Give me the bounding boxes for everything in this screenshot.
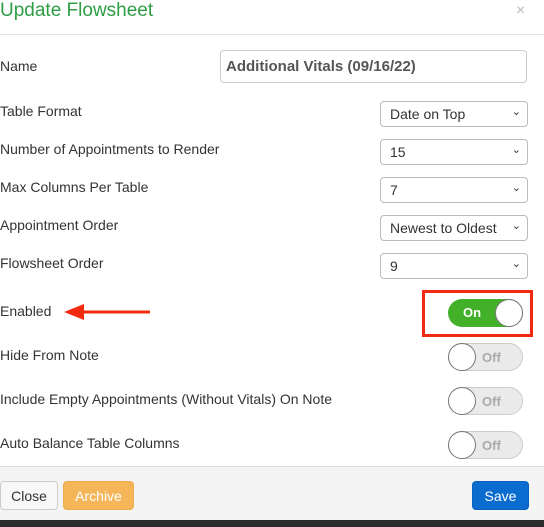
flowsheet-order-value: 9 (390, 258, 398, 274)
background-page (0, 520, 544, 527)
toggle-knob (448, 431, 476, 459)
save-button[interactable]: Save (472, 481, 529, 510)
include-empty-toggle[interactable]: Off (448, 387, 523, 415)
table-format-value: Date on Top (390, 106, 466, 122)
chevron-down-icon: ⌄ (511, 182, 521, 194)
toggle-knob (448, 387, 476, 415)
table-format-label: Table Format (0, 103, 82, 119)
dialog-title: Update Flowsheet (0, 0, 154, 21)
name-label: Name (0, 58, 38, 74)
toggle-state: On (463, 305, 482, 320)
chevron-down-icon: ⌄ (511, 144, 521, 156)
include-empty-label: Include Empty Appointments (Without Vita… (0, 391, 333, 407)
toggle-knob (495, 299, 523, 327)
header-divider (0, 34, 544, 35)
num-appointments-label: Number of Appointments to Render (0, 141, 220, 157)
hide-from-note-toggle[interactable]: Off (448, 343, 523, 371)
name-input[interactable] (220, 50, 527, 83)
hide-from-note-label: Hide From Note (0, 347, 99, 363)
toggle-state: Off (482, 394, 501, 409)
auto-balance-label: Auto Balance Table Columns (0, 435, 180, 451)
max-columns-value: 7 (390, 182, 398, 198)
table-format-select[interactable]: Date on Top ⌄ (380, 101, 528, 127)
num-appointments-value: 15 (390, 144, 406, 160)
archive-button[interactable]: Archive (63, 481, 134, 510)
close-icon[interactable]: × (516, 2, 525, 20)
red-arrow-annotation (64, 304, 150, 320)
appointment-order-select[interactable]: Newest to Oldest ⌄ (380, 215, 528, 241)
chevron-down-icon: ⌄ (511, 106, 521, 118)
flowsheet-order-label: Flowsheet Order (0, 255, 104, 271)
enabled-label: Enabled (0, 303, 52, 319)
auto-balance-toggle[interactable]: Off (448, 431, 523, 459)
chevron-down-icon: ⌄ (511, 258, 521, 270)
close-button[interactable]: Close (0, 481, 58, 510)
num-appointments-select[interactable]: 15 ⌄ (380, 139, 528, 165)
chevron-down-icon: ⌄ (511, 220, 521, 232)
toggle-knob (448, 343, 476, 371)
appointment-order-label: Appointment Order (0, 217, 119, 233)
appointment-order-value: Newest to Oldest (390, 220, 497, 236)
enabled-toggle[interactable]: On (448, 299, 523, 327)
toggle-state: Off (482, 438, 501, 453)
toggle-state: Off (482, 350, 501, 365)
max-columns-select[interactable]: 7 ⌄ (380, 177, 528, 203)
flowsheet-order-select[interactable]: 9 ⌄ (380, 253, 528, 279)
max-columns-label: Max Columns Per Table (0, 179, 149, 195)
